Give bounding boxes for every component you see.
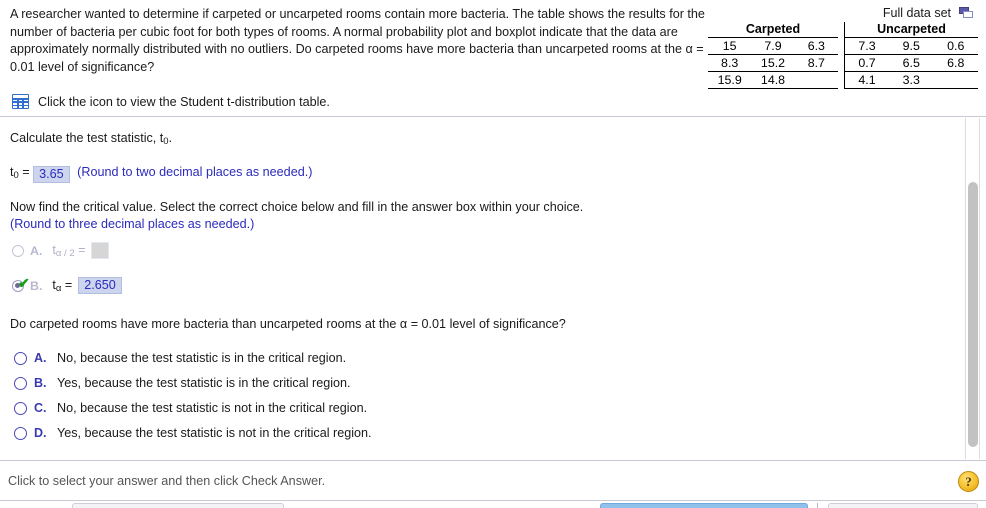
cell: 4.1 <box>844 71 889 89</box>
choice-b-answer-input[interactable]: 2.650 <box>78 277 122 294</box>
choice-a-body: tα / 2 = <box>52 243 85 259</box>
table-row: 7.3 9.5 0.6 <box>844 37 978 55</box>
conclusion-a-text: No, because the test statistic is in the… <box>57 351 347 365</box>
cell: 15.2 <box>751 54 795 72</box>
table-row: 8.3 15.2 8.7 <box>708 54 838 72</box>
conclusion-c-letter: C. <box>34 401 47 415</box>
table-row: 0.7 6.5 6.8 <box>844 54 978 72</box>
popup-window-icon[interactable] <box>959 6 974 19</box>
bottom-toolbar-partial <box>0 501 986 508</box>
check-answer-button[interactable] <box>600 503 808 508</box>
conclusion-c-text: No, because the test statistic is not in… <box>57 401 368 415</box>
cell: 7.9 <box>751 37 795 55</box>
conclusion-b-letter: B. <box>34 376 47 390</box>
choice-a-answer-input[interactable] <box>91 242 110 259</box>
cell: 6.5 <box>889 54 934 72</box>
conclusion-d-letter: D. <box>34 426 47 440</box>
choice-b-body: tα = <box>52 278 72 294</box>
conclusion-option-c[interactable]: C. No, because the test statistic is not… <box>14 401 367 415</box>
step1-prompt-text: Calculate the test statistic, t <box>10 131 164 145</box>
conclusion-option-b[interactable]: B. Yes, because the test statistic is in… <box>14 376 351 390</box>
work-panel: Calculate the test statistic, t0. t0 = 3… <box>0 116 986 461</box>
conclusion-option-d[interactable]: D. Yes, because the test statistic is no… <box>14 426 372 440</box>
step1-prompt: Calculate the test statistic, t0. <box>10 131 172 147</box>
cell: 8.7 <box>794 54 838 72</box>
problem-stem: A researcher wanted to determine if carp… <box>10 6 710 76</box>
scrollbar-thumb[interactable] <box>968 182 978 447</box>
step2-prompt: Now find the critical value. Select the … <box>10 200 730 214</box>
conclusion-a-letter: A. <box>34 351 47 365</box>
choice-b-equals: = <box>64 277 73 292</box>
cell: 9.5 <box>889 37 934 55</box>
t0-answer-row: t0 = 3.65 (Round to two decimal places a… <box>10 165 312 183</box>
cell: 6.8 <box>933 54 978 72</box>
problem-stem-text: A researcher wanted to determine if carp… <box>10 7 705 74</box>
step2-rounding-note-text: (Round to three decimal places as needed… <box>10 217 255 231</box>
choice-a-symbol-sub: α / 2 <box>55 247 75 259</box>
choice-b-symbol-sub: α <box>55 282 62 294</box>
choice-a-equals: = <box>78 242 86 257</box>
table-row: 15.9 14.8 <box>708 71 838 89</box>
radio-choice-a[interactable] <box>12 244 24 257</box>
toolbar-button-left[interactable] <box>72 503 284 508</box>
cell: 7.3 <box>844 37 889 55</box>
green-check-icon: ✔ <box>18 274 30 291</box>
conclusion-question-text: Do carpeted rooms have more bacteria tha… <box>10 317 566 331</box>
cell: 0.6 <box>933 37 978 55</box>
full-data-set-header[interactable]: Full data set <box>708 4 978 21</box>
radio-conclusion-d[interactable] <box>14 426 27 440</box>
t-distribution-link-label[interactable]: Click the icon to view the Student t-dis… <box>38 95 330 109</box>
t0-equals-sign: = <box>22 165 30 179</box>
conclusion-option-a[interactable]: A. No, because the test statistic is in … <box>14 351 346 365</box>
toolbar-separator <box>817 503 818 508</box>
cell: 14.8 <box>751 71 795 89</box>
cell: 3.3 <box>889 71 934 89</box>
critical-value-choice-a[interactable]: A. tα / 2 = <box>12 242 110 259</box>
cell: 15.9 <box>708 71 752 89</box>
carpeted-data-table: Carpeted 15 7.9 6.3 8.3 15.2 8.7 15.9 14… <box>708 22 838 89</box>
conclusion-question: Do carpeted rooms have more bacteria tha… <box>10 317 770 331</box>
t0-label-sub: 0 <box>13 170 19 181</box>
vertical-scrollbar[interactable] <box>965 118 980 459</box>
footer-bar: Click to select your answer and then cli… <box>0 462 986 500</box>
work-panel-content: Calculate the test statistic, t0. t0 = 3… <box>0 117 960 460</box>
problem-statement-area: A researcher wanted to determine if carp… <box>0 0 986 116</box>
radio-choice-b[interactable]: ✔ <box>12 276 30 292</box>
cell <box>933 71 978 89</box>
radio-conclusion-b[interactable] <box>14 376 27 390</box>
table-row: 4.1 3.3 <box>844 71 978 89</box>
table-row: 15 7.9 6.3 <box>708 37 838 55</box>
critical-value-choice-b[interactable]: ✔ B. tα = 2.650 <box>12 276 122 294</box>
dataset-tables: Carpeted 15 7.9 6.3 8.3 15.2 8.7 15.9 14… <box>708 22 978 89</box>
carpeted-header: Carpeted <box>708 22 838 38</box>
cell: 6.3 <box>794 37 838 55</box>
t0-rounding-note: (Round to two decimal places as needed.) <box>77 165 313 179</box>
cell: 8.3 <box>708 54 752 72</box>
cell <box>794 71 838 89</box>
toolbar-button-right[interactable] <box>828 503 978 508</box>
uncarpeted-data-table: Uncarpeted 7.3 9.5 0.6 0.7 6.5 6.8 4.1 3… <box>844 22 978 89</box>
cell: 15 <box>708 37 752 55</box>
conclusion-b-text: Yes, because the test statistic is in th… <box>57 376 351 390</box>
t-distribution-table-link[interactable]: Click the icon to view the Student t-dis… <box>12 94 330 109</box>
full-data-set-label: Full data set <box>882 5 951 20</box>
footer-hint-text: Click to select your answer and then cli… <box>8 474 326 488</box>
dataset-block: Full data set Carpeted 15 7.9 6.3 8.3 15… <box>708 4 978 89</box>
conclusion-d-text: Yes, because the test statistic is not i… <box>57 426 372 440</box>
table-grid-icon[interactable] <box>12 94 29 109</box>
choice-a-letter: A. <box>30 243 43 258</box>
question-mark-help-icon[interactable]: ? <box>958 471 979 492</box>
step2-rounding-note: (Round to three decimal places as needed… <box>10 217 254 231</box>
uncarpeted-header: Uncarpeted <box>844 22 978 38</box>
step2-prompt-text: Now find the critical value. Select the … <box>10 200 584 214</box>
choice-b-letter: B. <box>30 278 43 293</box>
t0-answer-input[interactable]: 3.65 <box>33 166 70 183</box>
radio-conclusion-c[interactable] <box>14 401 27 415</box>
cell: 0.7 <box>844 54 889 72</box>
radio-conclusion-a[interactable] <box>14 351 27 365</box>
step1-prompt-post: . <box>168 131 173 145</box>
